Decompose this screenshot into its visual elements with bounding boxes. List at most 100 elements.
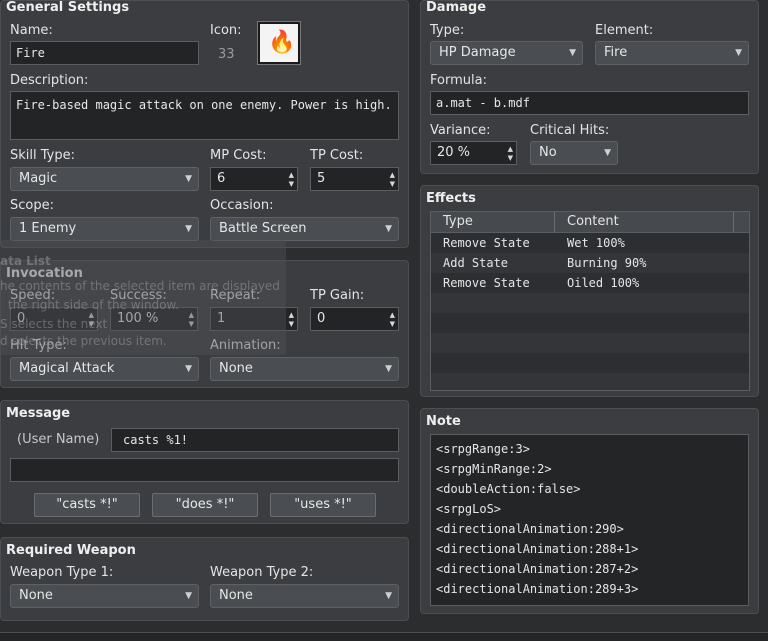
table-row[interactable]: Remove State Oiled 100% [431, 273, 749, 293]
required-weapon-title: Required Weapon [6, 543, 136, 558]
speed-value: 0 [17, 311, 26, 326]
name-field[interactable]: Fire [10, 41, 199, 65]
repeat-label: Repeat: [210, 288, 261, 303]
repeat-spinner[interactable]: 1 ▲ ▼ [210, 307, 298, 331]
element-value: Fire [604, 45, 628, 60]
spin-up-icon[interactable]: ▲ [508, 145, 513, 153]
skill-icon-button[interactable]: 🔥 [257, 21, 301, 65]
chevron-down-icon: ▼ [569, 48, 576, 58]
note-line: <srpgMinRange:2> [436, 462, 552, 476]
chevron-down-icon: ▼ [604, 148, 611, 158]
scope-value: 1 Enemy [19, 221, 77, 236]
animation-label: Animation: [210, 338, 281, 353]
does-button[interactable]: "does *!" [152, 493, 258, 517]
message-line1-field[interactable]: casts %1! [111, 428, 399, 452]
skill-type-select[interactable]: Magic ▼ [10, 167, 199, 191]
invocation-title: Invocation [6, 266, 83, 281]
spin-down-icon[interactable]: ▼ [390, 320, 395, 328]
spin-down-icon[interactable]: ▼ [189, 320, 194, 328]
user-name-label: (User Name) [17, 432, 100, 447]
note-line: <srpgLoS> [436, 502, 502, 516]
success-spinner[interactable]: 100 % ▲ ▼ [110, 307, 198, 331]
damage-panel: Damage Type: HP Damage ▼ Element: Fire ▼… [420, 0, 759, 174]
success-label: Success: [110, 288, 167, 303]
hit-type-select[interactable]: Magical Attack ▼ [10, 357, 199, 381]
mp-cost-label: MP Cost: [210, 148, 267, 163]
damage-type-select[interactable]: HP Damage ▼ [430, 41, 583, 65]
tp-cost-value: 5 [317, 171, 326, 186]
tp-gain-spinner[interactable]: 0 ▲ ▼ [310, 307, 399, 331]
spin-up-icon[interactable]: ▲ [289, 311, 294, 319]
table-row-empty[interactable] [431, 373, 749, 390]
tp-gain-label: TP Gain: [310, 288, 365, 303]
success-value: 100 % [117, 311, 159, 326]
spin-up-icon[interactable]: ▲ [89, 311, 94, 319]
chevron-down-icon: ▼ [735, 48, 742, 58]
scope-select[interactable]: 1 Enemy ▼ [10, 217, 199, 241]
damage-title: Damage [426, 0, 487, 15]
spin-down-icon[interactable]: ▼ [390, 180, 395, 188]
spin-down-icon[interactable]: ▼ [508, 154, 513, 162]
table-row-empty[interactable] [431, 313, 749, 333]
table-row-empty[interactable] [431, 333, 749, 353]
formula-label: Formula: [430, 73, 487, 88]
occasion-select[interactable]: Battle Screen ▼ [210, 217, 399, 241]
weapon-type2-label: Weapon Type 2: [210, 565, 314, 580]
table-row[interactable]: Remove State Wet 100% [431, 233, 749, 253]
note-line: <directionalAnimation:288+1> [436, 542, 639, 556]
weapon-type2-value: None [219, 588, 253, 603]
speed-label: Speed: [10, 288, 56, 303]
invocation-panel: Invocation Speed: 0 ▲ ▼ Success: 100 % ▲… [0, 260, 409, 388]
formula-field[interactable]: a.mat - b.mdf [430, 91, 749, 115]
critical-select[interactable]: No ▼ [530, 141, 618, 165]
chevron-down-icon: ▼ [385, 224, 392, 234]
chevron-down-icon: ▼ [185, 224, 192, 234]
hit-type-label: Hit Type: [10, 338, 67, 353]
table-row[interactable]: Add State Burning 90% [431, 253, 749, 273]
element-label: Element: [595, 23, 654, 38]
hit-type-value: Magical Attack [19, 361, 115, 376]
variance-label: Variance: [430, 123, 491, 138]
spin-down-icon[interactable]: ▼ [289, 320, 294, 328]
table-row-empty[interactable] [431, 353, 749, 373]
fire-icon: 🔥 [268, 30, 296, 55]
animation-select[interactable]: None ▼ [210, 357, 399, 381]
tp-cost-spinner[interactable]: 5 ▲ ▼ [310, 167, 399, 191]
spin-down-icon[interactable]: ▼ [289, 180, 294, 188]
message-panel: Message (User Name) casts %1! "casts *!"… [0, 400, 409, 524]
mp-cost-spinner[interactable]: 6 ▲ ▼ [210, 167, 298, 191]
weapon-type2-select[interactable]: None ▼ [210, 584, 399, 608]
general-settings-panel: General Settings Name: Fire Icon: 33 🔥 D… [0, 0, 409, 248]
weapon-type1-value: None [19, 588, 53, 603]
critical-label: Critical Hits: [530, 123, 610, 138]
variance-spinner[interactable]: 20 % ▲ ▼ [430, 141, 517, 165]
note-line: <directionalAnimation:289+3> [436, 582, 639, 596]
spin-up-icon[interactable]: ▲ [189, 311, 194, 319]
occasion-value: Battle Screen [219, 221, 307, 236]
tp-cost-label: TP Cost: [310, 148, 364, 163]
speed-spinner[interactable]: 0 ▲ ▼ [10, 307, 98, 331]
casts-button[interactable]: "casts *!" [34, 493, 140, 517]
effect-content-cell: Oiled 100% [567, 276, 640, 290]
note-line: <directionalAnimation:290> [436, 522, 624, 536]
note-textarea[interactable]: <srpgRange:3> <srpgMinRange:2> <doubleAc… [430, 434, 749, 606]
description-label: Description: [10, 73, 89, 88]
weapon-type1-select[interactable]: None ▼ [10, 584, 199, 608]
spin-down-icon[interactable]: ▼ [89, 320, 94, 328]
column-header-content[interactable]: Content [555, 212, 734, 232]
effects-title: Effects [426, 191, 476, 206]
message-line2-field[interactable] [10, 458, 399, 482]
spin-up-icon[interactable]: ▲ [390, 311, 395, 319]
chevron-down-icon: ▼ [385, 364, 392, 374]
spin-up-icon[interactable]: ▲ [289, 171, 294, 179]
uses-button[interactable]: "uses *!" [270, 493, 376, 517]
effect-type-cell: Add State [443, 256, 509, 270]
effects-table[interactable]: Type Content Remove State Wet 100% Add S… [430, 211, 750, 391]
note-panel: Note <srpgRange:3> <srpgMinRange:2> <dou… [420, 408, 759, 614]
spin-up-icon[interactable]: ▲ [390, 171, 395, 179]
tp-gain-value: 0 [317, 311, 326, 326]
description-field[interactable]: Fire-based magic attack on one enemy. Po… [10, 91, 399, 140]
column-header-type[interactable]: Type [431, 212, 555, 232]
table-row-empty[interactable] [431, 293, 749, 313]
element-select[interactable]: Fire ▼ [595, 41, 749, 65]
